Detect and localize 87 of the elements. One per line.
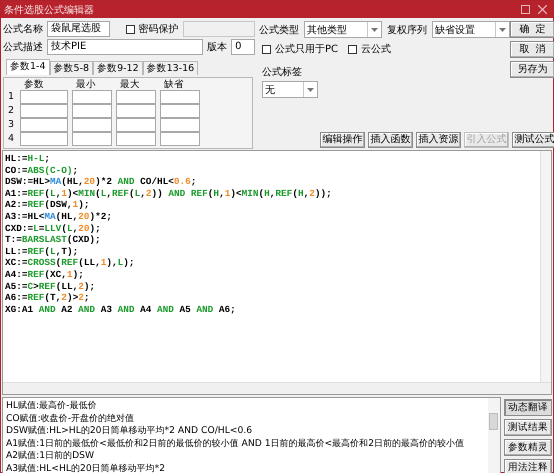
- param-input[interactable]: [116, 104, 156, 118]
- dialog-button[interactable]: 取 消: [510, 41, 554, 58]
- vertical-scrollbar[interactable]: [540, 151, 551, 382]
- param-input[interactable]: [20, 132, 68, 146]
- param-tab[interactable]: 参数1-4: [6, 59, 50, 75]
- code-line: A5:=C>REF(LL,2);: [5, 280, 96, 292]
- param-input[interactable]: [116, 132, 156, 146]
- param-tab[interactable]: 参数9-12: [93, 61, 143, 75]
- panel-button[interactable]: 参数精灵: [504, 439, 552, 456]
- rights-series-dropdown[interactable]: 缺省设置: [432, 21, 510, 38]
- param-input[interactable]: [160, 132, 200, 146]
- param-input[interactable]: [72, 104, 112, 118]
- panel-button[interactable]: 测试结果: [504, 419, 552, 436]
- checkbox[interactable]: [348, 44, 358, 54]
- field-label: 公式标签: [261, 66, 303, 79]
- checkbox[interactable]: [126, 24, 135, 34]
- code-line: DSW:=HL>MA(HL,20)*2 AND CO/HL<0.6;: [5, 176, 196, 188]
- param-tab[interactable]: 参数13-16: [142, 61, 198, 75]
- code-line: A3:=HL<MA(HL,20)*2;: [5, 210, 112, 223]
- tag-dropdown[interactable]: 无: [262, 81, 318, 98]
- field-label: 版本: [207, 40, 228, 54]
- column-header: 最小: [75, 79, 97, 90]
- toolbar-button[interactable]: 编辑操作: [320, 132, 365, 148]
- panel-button[interactable]: 动态翻译: [504, 399, 552, 416]
- param-tab[interactable]: 参数5-8: [50, 61, 94, 75]
- param-input[interactable]: [116, 118, 156, 132]
- param-input[interactable]: [72, 118, 112, 132]
- code-line: CXD:=L=LLV(L,20);: [5, 222, 101, 234]
- code-line: HL:=H-L;: [5, 153, 50, 165]
- row-number: 3: [8, 118, 16, 132]
- dropdown-caret-icon[interactable]: [303, 82, 317, 97]
- toolbar-button[interactable]: 插入函数: [368, 132, 413, 148]
- translation-line: HL赋值:最高价-最低价: [6, 400, 96, 413]
- dialog-button[interactable]: 另存为: [510, 61, 554, 78]
- field-label: 公式描述: [3, 40, 43, 54]
- close-icon[interactable]: [538, 5, 547, 14]
- column-header: 最大: [119, 79, 141, 90]
- translation-line: A1赋值:1日前的最低价<最低价和2日前的最低价的较小值 AND 1日前的最高价<最高价和2日前的最高价的较小值: [6, 438, 464, 450]
- name-field[interactable]: 袋鼠尾选股: [47, 21, 110, 37]
- code-line: A6:=REF(T,2)>2;: [5, 292, 90, 304]
- translation-line: A2赋值:1日前的DSW: [6, 450, 94, 463]
- code-line: A4:=REF(XC,1);: [5, 268, 84, 281]
- row-number: 2: [8, 104, 16, 118]
- code-line: LL:=REF(L,T);: [5, 246, 78, 258]
- checkbox-label: 密码保护: [138, 22, 179, 36]
- dropdown-caret-icon[interactable]: [367, 22, 381, 37]
- code-line: A1:=REF(L,1)<MIN(L,REF(L,2)) AND REF(H,1)<MIN(H,REF(H,2));: [5, 188, 332, 200]
- checkbox-label: 公式只用于PC: [275, 42, 338, 56]
- code-line: XG:A1 AND A2 AND A3 AND A4 AND A5 AND A6;: [5, 304, 236, 316]
- panel-button[interactable]: 用法注释: [504, 459, 552, 473]
- formula-type-dropdown[interactable]: 其他类型: [304, 21, 382, 38]
- horizontal-scrollbar[interactable]: [3, 382, 551, 394]
- code-line: A2:=REF(DSW,1);: [5, 199, 90, 211]
- field-label: 公式名称: [3, 22, 43, 36]
- code-editor[interactable]: [2, 150, 552, 395]
- row-number: 4: [8, 132, 16, 146]
- maximize-icon[interactable]: [521, 5, 530, 14]
- version-field[interactable]: 0: [231, 39, 255, 55]
- checkbox[interactable]: [262, 44, 271, 54]
- param-input[interactable]: [160, 118, 200, 132]
- param-input[interactable]: [20, 104, 68, 118]
- description-field[interactable]: 技术PIE: [47, 39, 204, 55]
- column-header: 缺省: [163, 79, 185, 90]
- toolbar-button[interactable]: 插入资源: [416, 132, 461, 148]
- translation-line: CO赋值:收盘价-开盘价的绝对值: [6, 412, 134, 426]
- vertical-scrollbar[interactable]: [488, 398, 500, 473]
- param-input[interactable]: [160, 104, 200, 118]
- translation-line: A3赋值:HL<HL的20日简单移动平均*2: [6, 462, 166, 473]
- dropdown-caret-icon[interactable]: [495, 22, 509, 37]
- column-header: 参数: [23, 79, 45, 90]
- row-number: 1: [8, 90, 16, 104]
- param-input[interactable]: [160, 90, 200, 104]
- code-line: CO:=ABS(C-O);: [5, 164, 78, 176]
- param-input[interactable]: [20, 90, 68, 104]
- param-input[interactable]: [72, 132, 112, 146]
- param-input[interactable]: [116, 90, 156, 104]
- param-input[interactable]: [20, 118, 68, 132]
- param-input[interactable]: [72, 90, 112, 104]
- code-line: XC:=CROSS(REF(LL,1),L);: [5, 257, 135, 269]
- toolbar-button[interactable]: 测试公式: [512, 132, 554, 148]
- code-line: T:=BARSLAST(CXD);: [5, 234, 101, 246]
- field-label: 公式类型: [259, 24, 299, 36]
- window-title: 条件选股公式编辑器: [4, 4, 95, 16]
- translation-line: DSW赋值:HL>HL的20日简单移动平均*2 AND CO/HL<0.6: [6, 425, 252, 438]
- field-label: 复权序列: [387, 24, 427, 36]
- dialog-button[interactable]: 确 定: [510, 21, 554, 38]
- checkbox-label: 云公式: [361, 42, 392, 56]
